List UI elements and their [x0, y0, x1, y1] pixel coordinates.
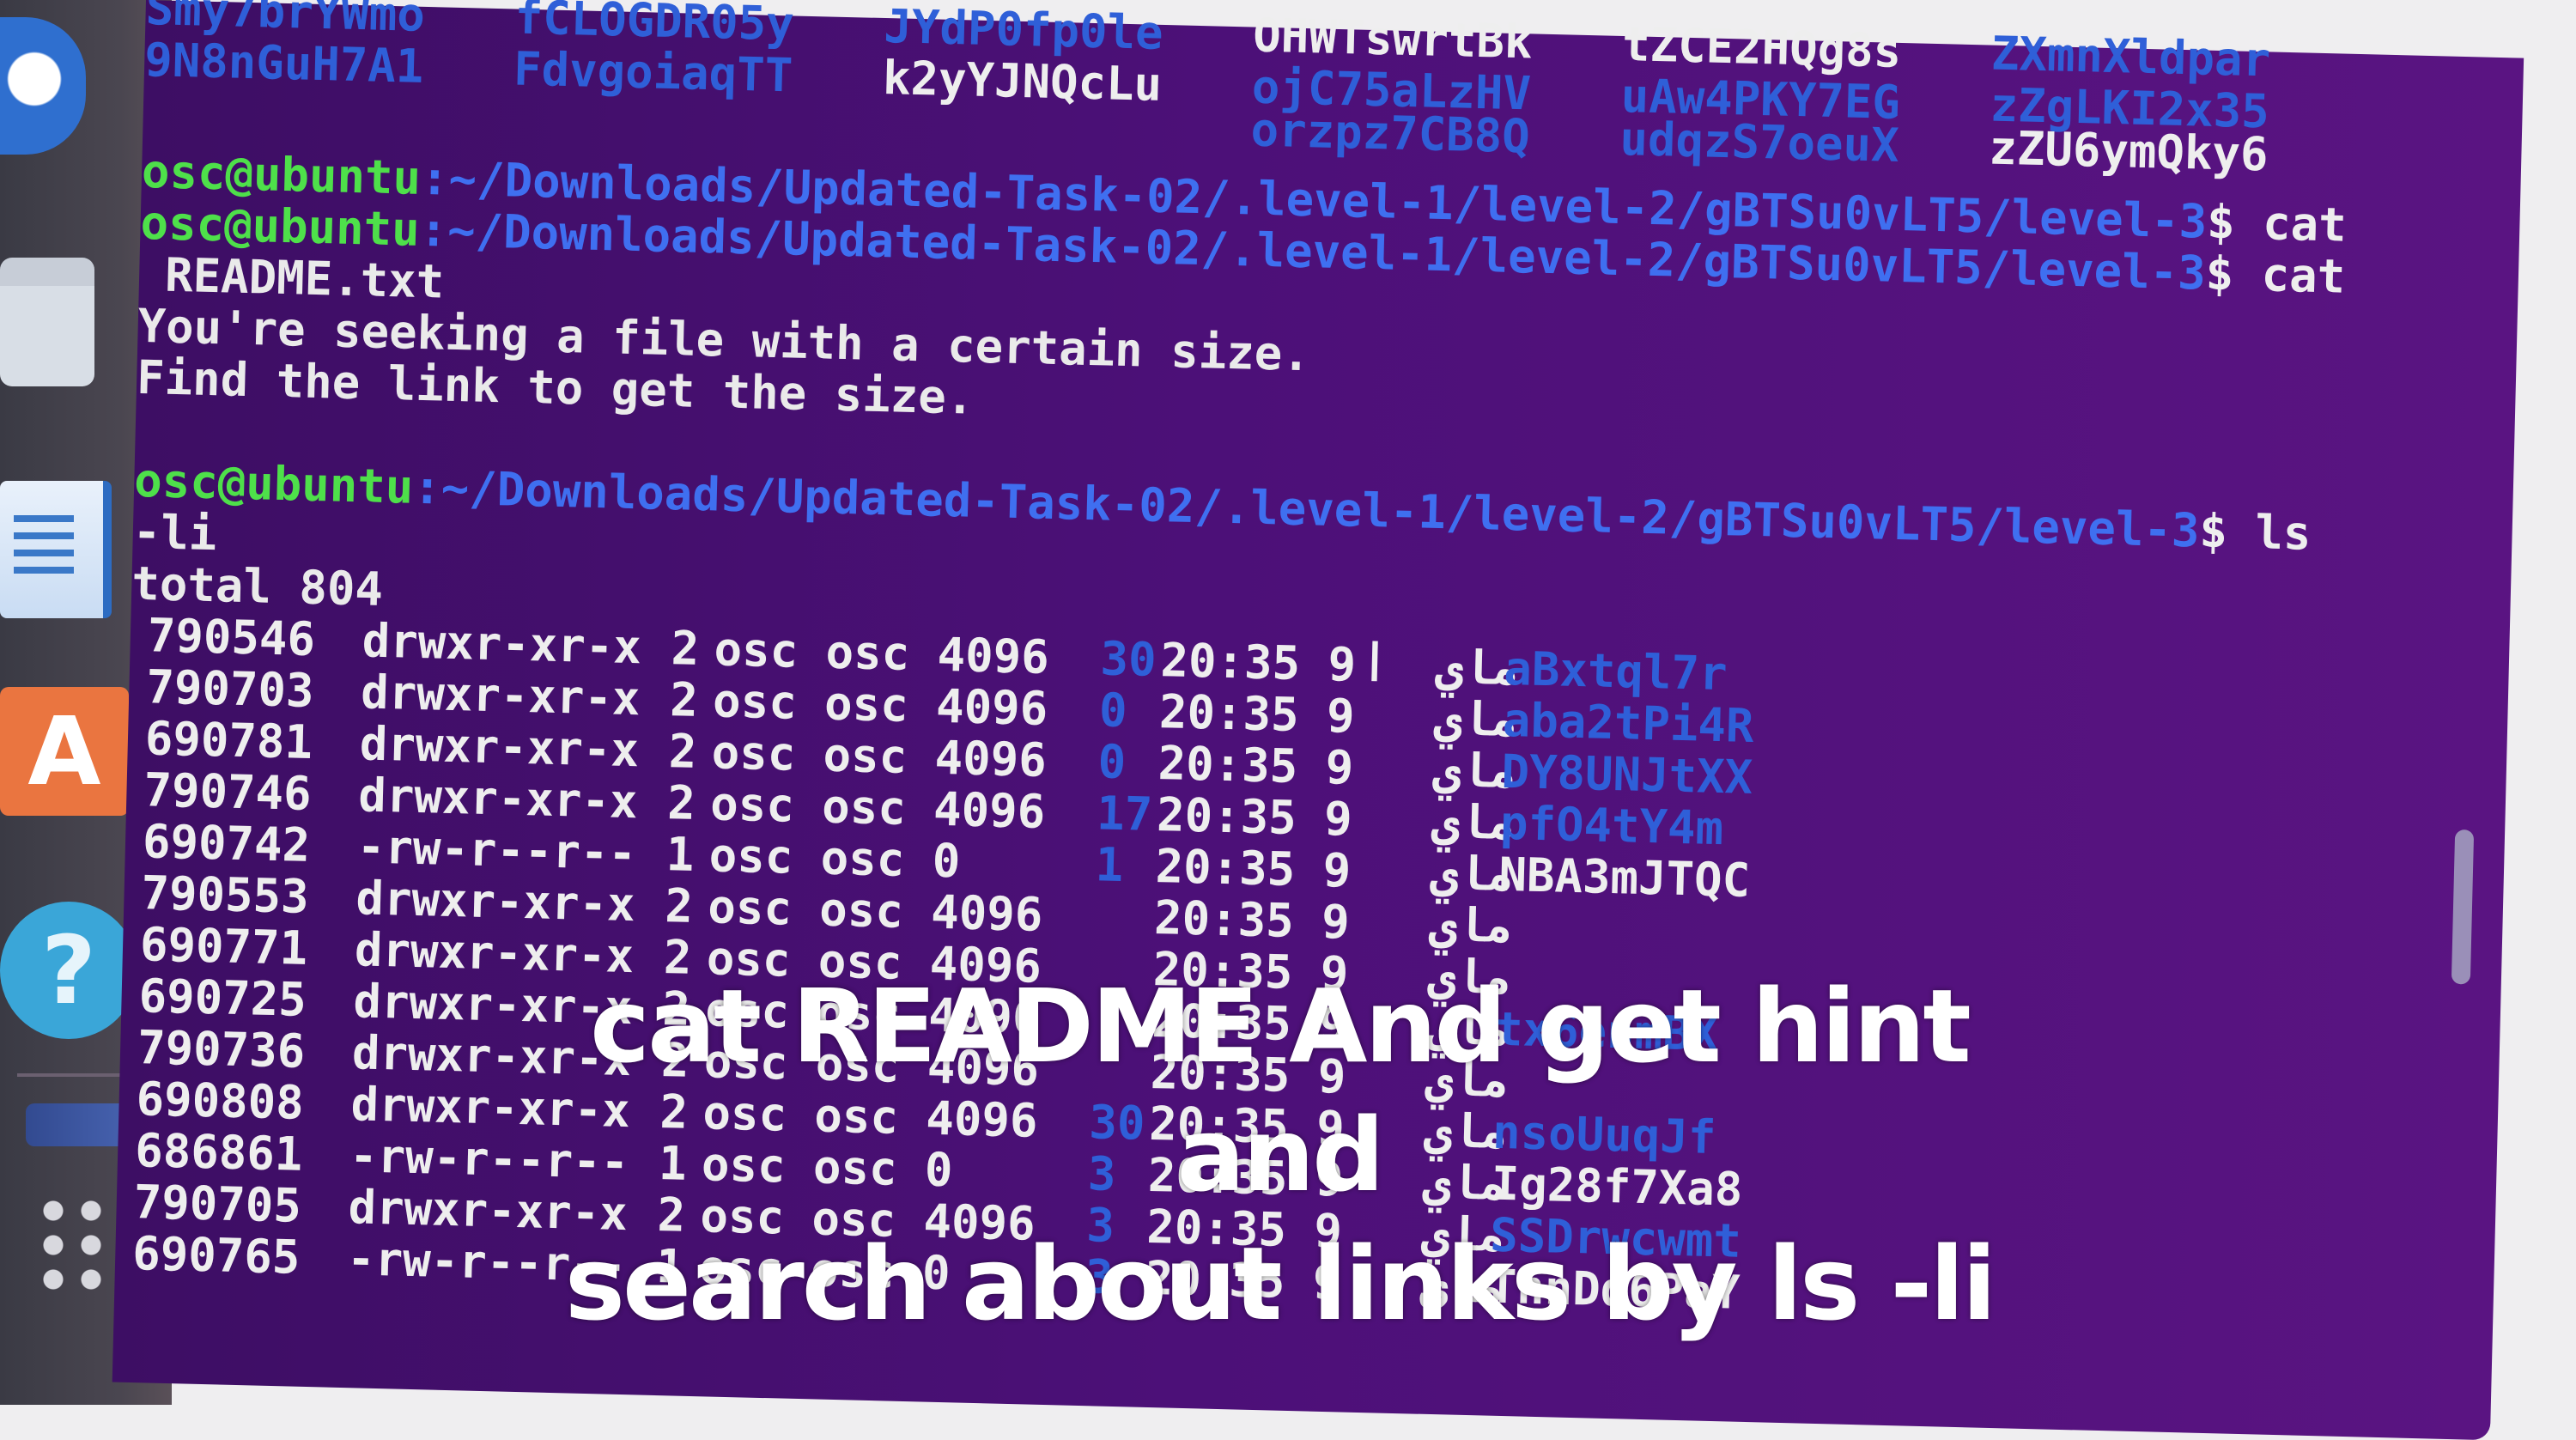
listing-month: ماي: [1428, 896, 1514, 954]
listing-links: 1: [665, 827, 696, 882]
listing-perm: drwxr-xr-x: [361, 613, 642, 675]
software-store-icon[interactable]: A: [0, 687, 129, 816]
listing-perm: drwxr-xr-x: [360, 665, 641, 726]
listing-links: 2: [666, 775, 696, 830]
listing-inode: 690771: [139, 917, 308, 975]
listing-size: 4096: [930, 884, 1044, 942]
listing-day: 17: [1096, 786, 1153, 842]
filename: udqzS7oeuX: [1619, 111, 1900, 173]
listing-inode: 690808: [135, 1072, 305, 1130]
listing-day: 1: [1094, 837, 1125, 893]
listing-inode: 790703: [145, 659, 315, 719]
folder-icon[interactable]: [0, 258, 94, 386]
filename: orzpz7CB8Q: [1249, 102, 1531, 164]
ls-argument: -li: [132, 504, 218, 562]
listing-size: 4096: [933, 730, 1048, 787]
listing-name: aBxtql7r: [1503, 641, 1728, 702]
listing-size: 4096: [933, 781, 1047, 839]
listing-owner: osc: [707, 879, 793, 936]
listing-time: 20:35 9: [1154, 839, 1352, 898]
listing-links: 2: [669, 672, 699, 727]
listing-perm: drwxr-xr-x: [359, 716, 640, 778]
listing-inode: 790736: [137, 1020, 306, 1078]
listing-owner: osc: [708, 828, 794, 884]
filename: [143, 118, 513, 128]
listing-owner: osc: [713, 622, 799, 678]
listing-owner: osc: [709, 776, 795, 833]
caption-line: search about links by ls -li: [564, 1224, 1997, 1343]
listing-group: osc: [824, 624, 910, 681]
listing-time: 20:35 9: [1159, 633, 1357, 692]
help-icon[interactable]: ?: [0, 902, 137, 1039]
listing-name: pfO4tY4m: [1499, 795, 1724, 856]
listing-inode: 690781: [144, 711, 313, 769]
listing-perm: drwxr-xr-x: [355, 871, 636, 933]
listing-day: 30: [1099, 631, 1157, 687]
listing-perm: -rw-r--r--: [356, 819, 637, 881]
listing-size: 0: [932, 833, 962, 889]
listing-time: 20:35 9: [1157, 736, 1354, 795]
listing-name: NBA3mJTQC: [1498, 847, 1751, 908]
listing-name: aba2tPi4R: [1502, 692, 1755, 753]
listing-name: DY8UNJtXX: [1500, 744, 1753, 805]
listing-inode: 790746: [143, 763, 313, 821]
listing-group: osc: [818, 882, 904, 939]
listing-links: 2: [670, 621, 701, 676]
writer-app-icon[interactable]: [0, 481, 112, 618]
ls-output: Smy7brYWmo fCLOGDR05y JYdP0fp0le OHWTswrtBk…: [144, 0, 2524, 181]
filename: [513, 127, 882, 137]
listing-group: osc: [821, 779, 907, 835]
listing-inode: 690725: [137, 969, 307, 1027]
listing-day: 0: [1097, 734, 1127, 790]
filename: [881, 137, 1250, 146]
listing-perm: drwxr-xr-x: [357, 768, 639, 829]
prompt-line: osc@ubuntu:~/Downloads/Updated-Task-02/.…: [133, 453, 2312, 561]
listing-owner: osc: [711, 725, 797, 781]
listing-group: osc: [820, 830, 906, 887]
listing-inode: 790553: [140, 866, 310, 924]
listing-time: 20:35 9: [1156, 787, 1353, 847]
listing-group: osc: [823, 676, 909, 732]
filename: zZU6ymQky6: [1988, 120, 2269, 182]
terminal-scrollbar[interactable]: [2451, 829, 2475, 985]
listing-inode: 790546: [147, 608, 316, 667]
listing-day: 0: [1098, 683, 1128, 738]
caption-overlay: cat README And get hint and search about…: [481, 962, 2078, 1348]
cat-argument: README.txt: [164, 247, 445, 309]
listing-inode: 690742: [142, 814, 311, 872]
caption-line: cat README And get hint and: [590, 967, 1971, 1214]
total-line: total 804: [131, 556, 384, 617]
listing-time: 20:35 9: [1158, 684, 1356, 744]
listing-owner: osc: [712, 673, 798, 730]
listing-size: 4096: [935, 678, 1048, 736]
listing-inode: 686861: [134, 1123, 304, 1182]
listing-inode: 690765: [131, 1226, 301, 1285]
listing-size: 4096: [936, 627, 1050, 684]
files-app-icon[interactable]: [0, 17, 86, 155]
listing-inode: 790705: [133, 1175, 302, 1233]
listing-time: 20:35 9: [1153, 890, 1351, 950]
listing-links: 2: [668, 724, 698, 779]
text-cursor-icon: I: [1365, 630, 1384, 696]
listing-links: 2: [664, 878, 694, 933]
listing-group: osc: [822, 727, 908, 784]
